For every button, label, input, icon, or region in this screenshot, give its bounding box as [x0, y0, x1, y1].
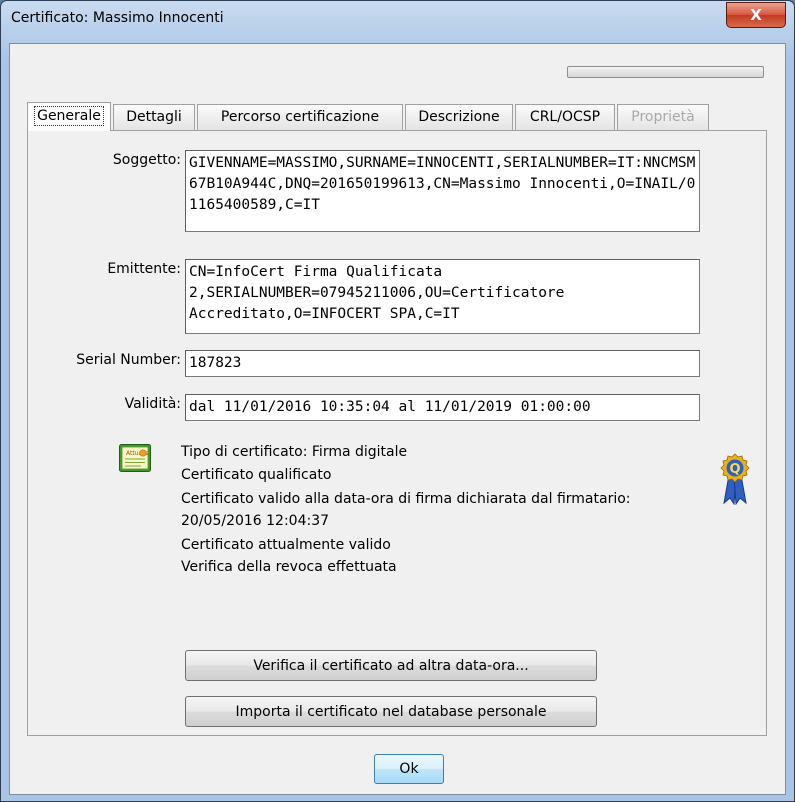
tab-dettagli[interactable]: Dettagli [113, 104, 195, 130]
signing-datetime-text: 20/05/2016 12:04:37 [181, 513, 330, 529]
tab-bar: Generale Dettagli Percorso certificazion… [27, 102, 767, 131]
tab-label: Generale [34, 106, 104, 126]
validity-label: Validità: [124, 396, 181, 412]
revocation-check-text: Verifica della revoca effettuata [181, 559, 397, 575]
issuer-field[interactable]: CN=InfoCert Firma Qualificata 2,SERIALNU… [185, 259, 700, 334]
issuer-label: Emittente: [107, 261, 181, 277]
ribbon-letter: Q [729, 462, 740, 477]
ok-button[interactable]: Ok [374, 754, 444, 784]
tab-label: Dettagli [126, 109, 182, 125]
serial-number-field[interactable]: 187823 [185, 350, 700, 377]
certificate-icon: Attualis [119, 444, 151, 472]
tab-proprieta: Proprietà [617, 104, 709, 130]
tab-panel-generale: Soggetto: GIVENNAME=MASSIMO,SURNAME=INNO… [27, 130, 767, 736]
tab-crl-ocsp[interactable]: CRL/OCSP [515, 104, 615, 130]
close-icon: X [750, 6, 762, 24]
qualified-certificate-text: Certificato qualificato [181, 467, 332, 483]
import-certificate-button[interactable]: Importa il certificato nel database pers… [185, 696, 597, 727]
tab-label: Descrizione [418, 109, 500, 125]
verify-other-date-button[interactable]: Verifica il certificato ad altra data-or… [185, 650, 597, 681]
certificate-dialog: Certificato: Massimo Innocenti X General… [0, 0, 795, 802]
serial-number-label: Serial Number: [76, 352, 181, 368]
certificate-type-text: Tipo di certificato: Firma digitale [181, 444, 408, 460]
window-title: Certificato: Massimo Innocenti [11, 10, 224, 26]
tab-percorso-certificazione[interactable]: Percorso certificazione [197, 104, 403, 130]
subject-field[interactable]: GIVENNAME=MASSIMO,SURNAME=INNOCENTI,SERI… [185, 150, 700, 232]
currently-valid-text: Certificato attualmente valido [181, 537, 391, 553]
qualified-ribbon-icon: Q [720, 453, 750, 505]
dialog-client-area: Generale Dettagli Percorso certificazion… [9, 43, 786, 795]
subject-label: Soggetto: [112, 152, 181, 168]
close-button[interactable]: X [726, 2, 786, 28]
tab-label: Percorso certificazione [220, 109, 380, 125]
validity-field[interactable]: dal 11/01/2016 10:35:04 al 11/01/2019 01… [185, 394, 700, 421]
tab-label: CRL/OCSP [529, 109, 601, 125]
valid-at-signing-text: Certificato valido alla data-ora di firm… [181, 491, 631, 507]
tab-descrizione[interactable]: Descrizione [405, 104, 513, 130]
tab-generale[interactable]: Generale [27, 102, 111, 131]
tab-label: Proprietà [631, 109, 695, 125]
progress-bar [567, 66, 764, 78]
title-bar[interactable]: Certificato: Massimo Innocenti X [1, 1, 794, 41]
